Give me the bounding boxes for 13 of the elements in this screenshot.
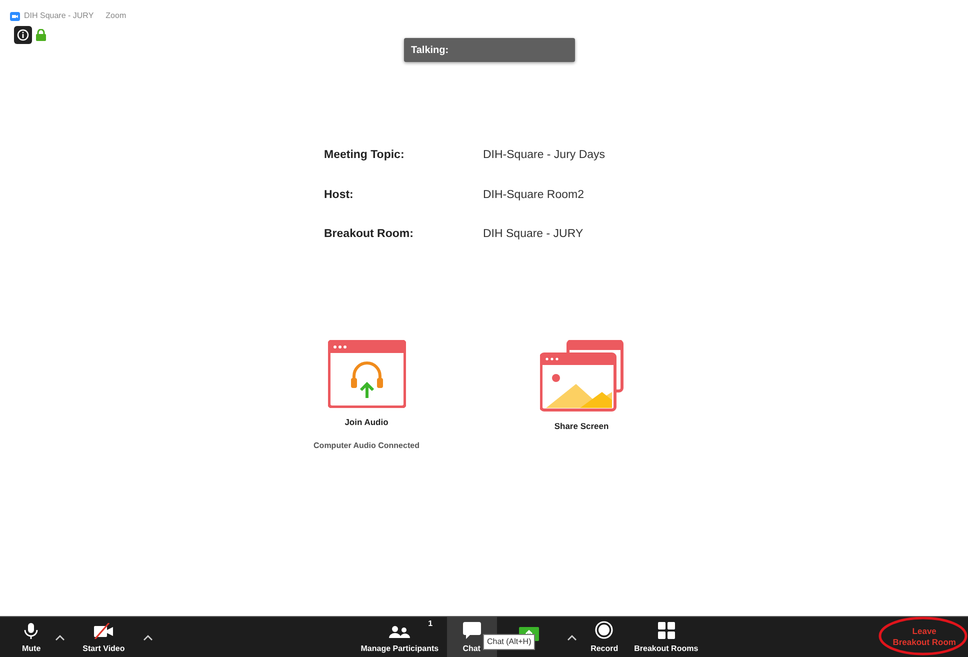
info-value: DIH Square - JURY xyxy=(483,227,584,242)
talking-indicator: Talking: xyxy=(404,38,575,62)
window-title: DIH Square - JURY xyxy=(24,10,94,22)
participant-count: 1 xyxy=(428,618,433,630)
info-value: DIH-Square Room2 xyxy=(483,188,584,202)
info-label: Meeting Topic: xyxy=(324,148,406,163)
info-label: Host: xyxy=(324,188,354,202)
info-value: DIH-Square - Jury Days xyxy=(483,148,606,163)
app-name: Zoom xyxy=(106,10,126,22)
toolbar-button-label: Manage Participants xyxy=(360,643,439,655)
tooltip: Chat (Alt+H) xyxy=(483,634,536,650)
info-label: Breakout Room: xyxy=(324,227,414,242)
status-caption: Computer Audio Connected xyxy=(314,440,420,452)
